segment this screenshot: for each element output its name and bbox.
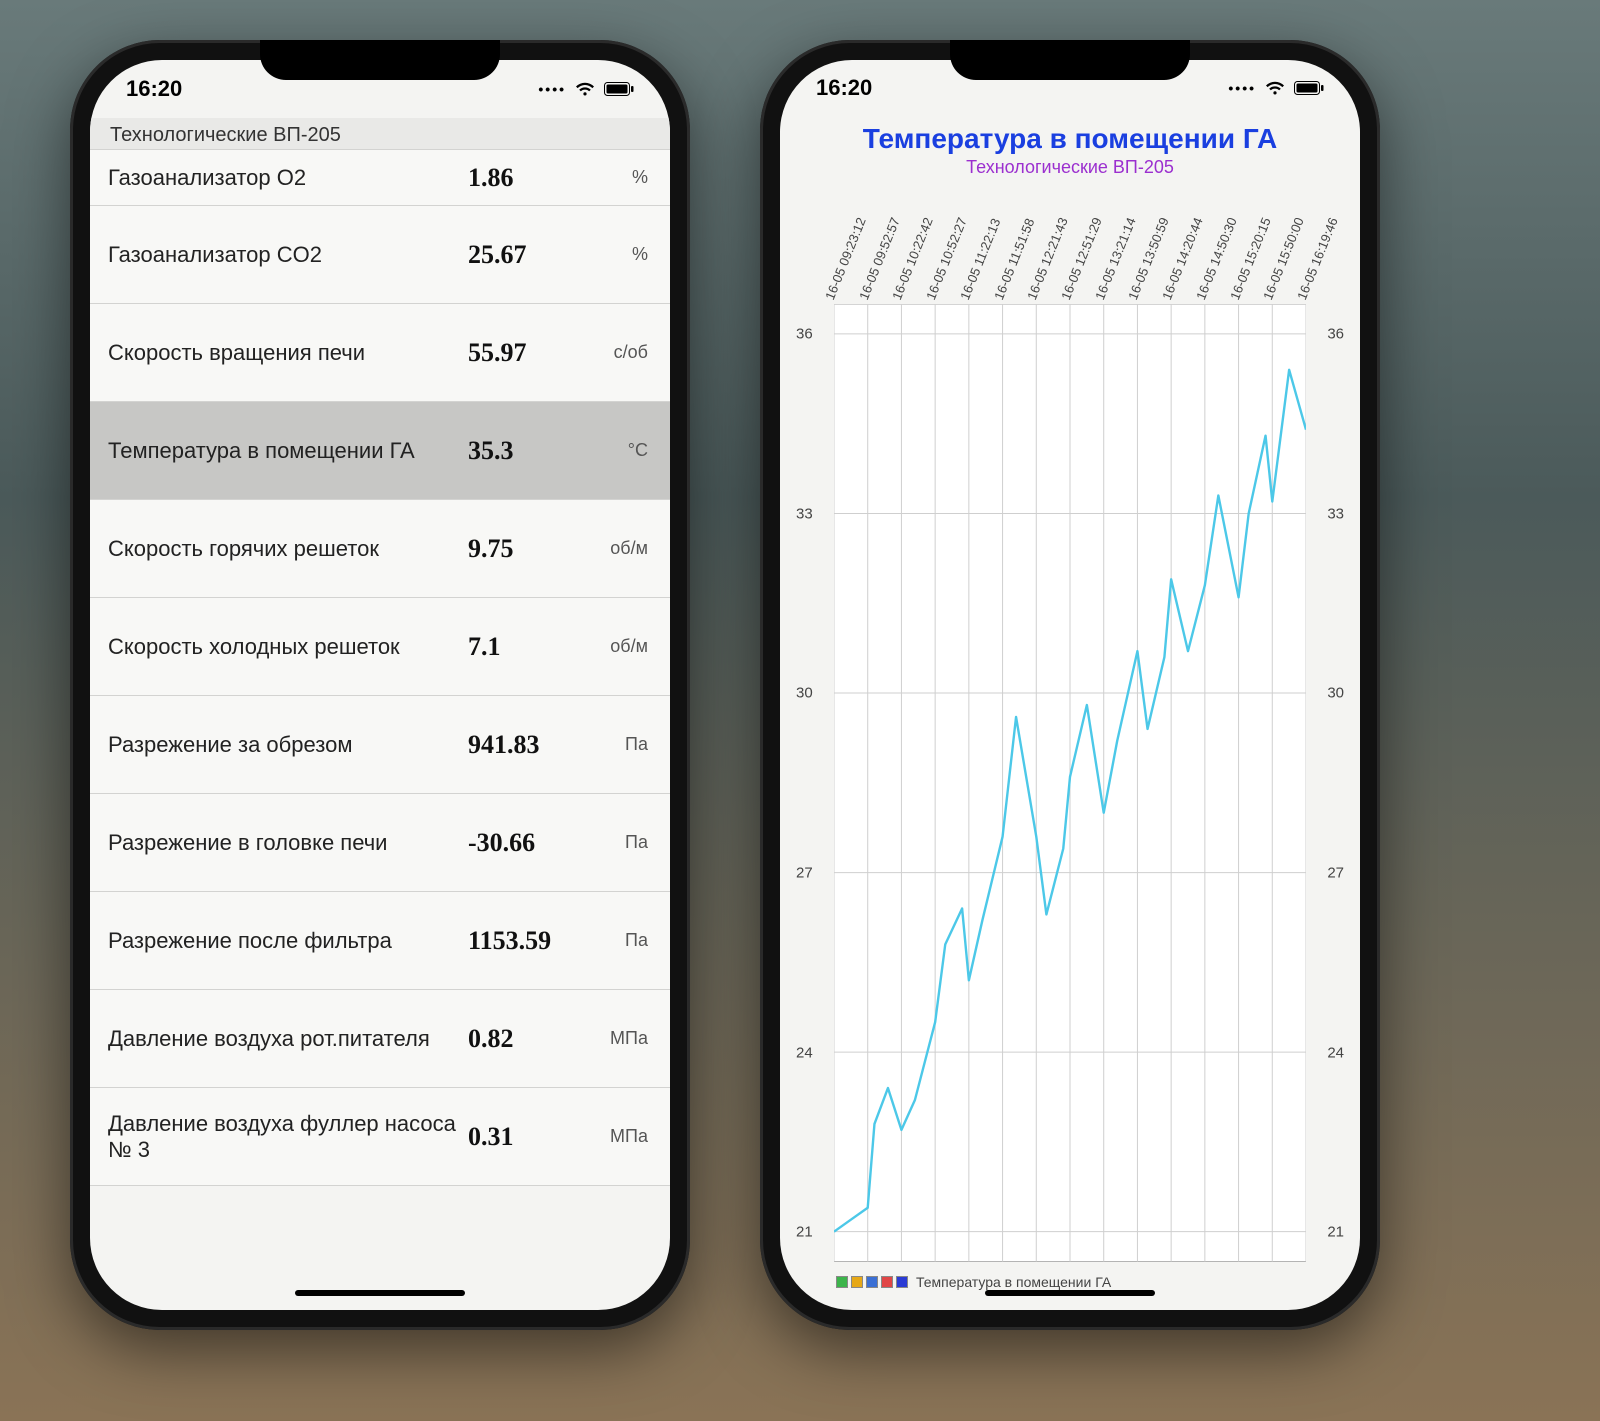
parameter-unit: МПа	[588, 1028, 652, 1049]
chart-subtitle: Технологические ВП-205	[794, 157, 1346, 178]
section-header: Технологические ВП-205	[90, 118, 670, 150]
home-indicator[interactable]	[295, 1290, 465, 1296]
parameter-value: 0.31	[468, 1122, 588, 1152]
parameter-value: 1.86	[468, 163, 588, 193]
clock: 16:20	[816, 75, 872, 101]
parameter-row[interactable]: Разрежение за обрезом941.83Па	[90, 696, 670, 794]
chart-title: Температура в помещении ГА	[794, 123, 1346, 155]
parameter-unit: об/м	[588, 636, 652, 657]
parameter-row[interactable]: Разрежение в головке печи-30.66Па	[90, 794, 670, 892]
cellular-dots-icon: ••••	[538, 81, 566, 97]
parameter-list[interactable]: Газоанализатор O21.86%Газоанализатор CO2…	[90, 150, 670, 1310]
phone-notch	[260, 40, 500, 80]
battery-icon	[604, 82, 634, 96]
phone-notch	[950, 40, 1190, 80]
clock: 16:20	[126, 76, 182, 102]
parameter-label: Скорость холодных решеток	[108, 634, 468, 659]
legend-label: Температура в помещении ГА	[916, 1274, 1111, 1290]
parameter-label: Давление воздуха фуллер насоса № 3	[108, 1111, 468, 1162]
parameter-row[interactable]: Газоанализатор O21.86%	[90, 150, 670, 206]
parameter-value: 35.3	[468, 436, 588, 466]
parameter-row[interactable]: Скорость горячих решеток9.75об/м	[90, 500, 670, 598]
parameter-row[interactable]: Давление воздуха фуллер насоса № 30.31МП…	[90, 1088, 670, 1186]
parameter-value: 9.75	[468, 534, 588, 564]
chart-y-axis-right: 21 24 27 30 33 36	[1310, 304, 1344, 1262]
y-tick-label: 36	[1310, 326, 1344, 343]
y-tick-label: 33	[1310, 505, 1344, 522]
parameter-unit: %	[588, 244, 652, 265]
chart-plot-area[interactable]	[834, 304, 1306, 1262]
y-tick-label: 27	[1310, 864, 1344, 881]
parameter-unit: об/м	[588, 538, 652, 559]
parameter-unit: %	[588, 167, 652, 188]
screen-right: 16:20 •••• Температура в помещении ГА Те…	[780, 60, 1360, 1310]
legend-swatch	[881, 1276, 893, 1288]
parameter-unit: °C	[588, 440, 652, 461]
phone-left: 16:20 •••• Технологические ВП-205 Газоан…	[70, 40, 690, 1330]
parameter-row[interactable]: Температура в помещении ГА35.3°C	[90, 402, 670, 500]
y-tick-label: 21	[796, 1224, 830, 1241]
parameter-label: Газоанализатор CO2	[108, 242, 468, 267]
parameter-row[interactable]: Газоанализатор CO225.67%	[90, 206, 670, 304]
parameter-label: Разрежение за обрезом	[108, 732, 468, 757]
screen-left: 16:20 •••• Технологические ВП-205 Газоан…	[90, 60, 670, 1310]
parameter-value: -30.66	[468, 828, 588, 858]
chart-x-axis-labels: 16-05 09:23:1216-05 09:52:5716-05 10:22:…	[794, 184, 1346, 302]
parameter-label: Скорость горячих решеток	[108, 536, 468, 561]
y-tick-label: 24	[1310, 1044, 1344, 1061]
legend-swatch	[836, 1276, 848, 1288]
parameter-unit: Па	[588, 930, 652, 951]
parameter-unit: с/об	[588, 342, 652, 363]
legend-swatch	[851, 1276, 863, 1288]
parameter-value: 941.83	[468, 730, 588, 760]
parameter-unit: Па	[588, 734, 652, 755]
parameter-unit: МПа	[588, 1126, 652, 1147]
legend-swatch	[866, 1276, 878, 1288]
parameter-label: Газоанализатор O2	[108, 165, 468, 190]
parameter-row[interactable]: Разрежение после фильтра1153.59Па	[90, 892, 670, 990]
legend-swatch	[896, 1276, 908, 1288]
y-tick-label: 33	[796, 505, 830, 522]
y-tick-label: 27	[796, 864, 830, 881]
parameter-label: Разрежение после фильтра	[108, 928, 468, 953]
parameter-label: Температура в помещении ГА	[108, 438, 468, 463]
battery-icon	[1294, 81, 1324, 95]
parameter-label: Скорость вращения печи	[108, 340, 468, 365]
parameter-value: 7.1	[468, 632, 588, 662]
wifi-icon	[1264, 80, 1286, 96]
home-indicator[interactable]	[985, 1290, 1155, 1296]
parameter-value: 0.82	[468, 1024, 588, 1054]
parameter-row[interactable]: Давление воздуха рот.питателя0.82МПа	[90, 990, 670, 1088]
parameter-row[interactable]: Скорость холодных решеток7.1об/м	[90, 598, 670, 696]
parameter-unit: Па	[588, 832, 652, 853]
parameter-value: 55.97	[468, 338, 588, 368]
chart-legend: Температура в помещении ГА	[794, 1268, 1346, 1310]
parameter-value: 25.67	[468, 240, 588, 270]
parameter-value: 1153.59	[468, 926, 588, 956]
y-tick-label: 24	[796, 1044, 830, 1061]
phone-right: 16:20 •••• Температура в помещении ГА Те…	[760, 40, 1380, 1330]
y-tick-label: 36	[796, 326, 830, 343]
parameter-label: Давление воздуха рот.питателя	[108, 1026, 468, 1051]
y-tick-label: 30	[796, 685, 830, 702]
y-tick-label: 21	[1310, 1224, 1344, 1241]
chart-y-axis-left: 21 24 27 30 33 36	[796, 304, 830, 1262]
cellular-dots-icon: ••••	[1228, 80, 1256, 96]
parameter-row[interactable]: Скорость вращения печи55.97с/об	[90, 304, 670, 402]
parameter-label: Разрежение в головке печи	[108, 830, 468, 855]
wifi-icon	[574, 81, 596, 97]
y-tick-label: 30	[1310, 685, 1344, 702]
